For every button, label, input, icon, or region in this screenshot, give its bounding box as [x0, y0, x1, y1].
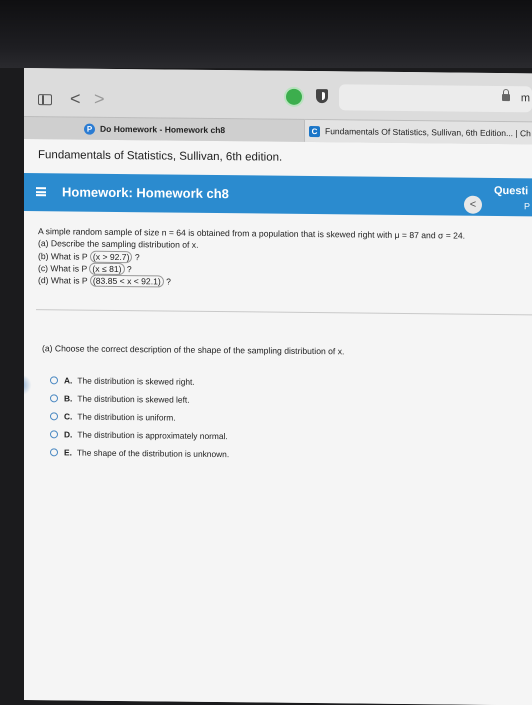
option-c[interactable]: C. The distribution is uniform. [50, 407, 229, 427]
option-a[interactable]: A. The distribution is skewed right. [50, 371, 229, 391]
section-divider [36, 309, 532, 316]
question-sublabel: P [524, 201, 531, 212]
back-nav-button[interactable]: < [70, 88, 81, 109]
tab-do-homework[interactable]: P Do Homework - Homework ch8 [84, 118, 294, 142]
radio-button[interactable] [50, 376, 58, 385]
forward-nav-button[interactable]: > [94, 89, 105, 110]
homework-header: Homework: Homework ch8 < Questi P [24, 173, 532, 217]
sidebar-toggle-icon[interactable] [38, 94, 52, 106]
radio-button[interactable] [50, 448, 58, 457]
radio-button[interactable] [50, 394, 58, 403]
question-prompt: (a) Choose the correct description of th… [42, 343, 345, 357]
homework-title: Homework: Homework ch8 [62, 184, 229, 202]
side-glare [24, 374, 32, 396]
monitor-bezel [0, 0, 532, 68]
address-bar[interactable]: m [339, 84, 532, 113]
browser-toolbar: < > m [24, 68, 532, 122]
problem-statement: A simple random sample of size n = 64 is… [38, 225, 528, 292]
tab-fundamentals-chegg[interactable]: C Fundamentals Of Statistics, Sullivan, … [304, 119, 532, 145]
book-title: Fundamentals of Statistics, Sullivan, 6t… [38, 149, 283, 164]
lock-icon [502, 94, 510, 102]
previous-question-button[interactable]: < [464, 195, 482, 214]
pearson-favicon-icon: P [84, 123, 95, 135]
tab-label: Fundamentals Of Statistics, Sullivan, 6t… [325, 126, 531, 139]
extension-icon[interactable] [286, 88, 302, 105]
hamburger-menu-icon[interactable] [36, 187, 46, 197]
page-content: Fundamentals of Statistics, Sullivan, 6t… [24, 139, 532, 705]
chegg-favicon-icon: C [309, 125, 320, 137]
option-b[interactable]: B. The distribution is skewed left. [50, 389, 229, 409]
browser-window: < > m P Do Homework - Homework ch8 C Fun… [24, 68, 532, 705]
option-e[interactable]: E. The shape of the distribution is unkn… [50, 443, 229, 463]
answer-options: A. The distribution is skewed right. B. … [50, 371, 229, 463]
radio-button[interactable] [50, 412, 58, 421]
radio-button[interactable] [50, 430, 58, 439]
url-text: m [520, 92, 530, 105]
tab-label: Do Homework - Homework ch8 [100, 123, 226, 136]
question-label: Questi [494, 184, 529, 198]
privacy-shield-icon[interactable] [316, 89, 328, 104]
option-d[interactable]: D. The distribution is approximately nor… [50, 425, 229, 445]
